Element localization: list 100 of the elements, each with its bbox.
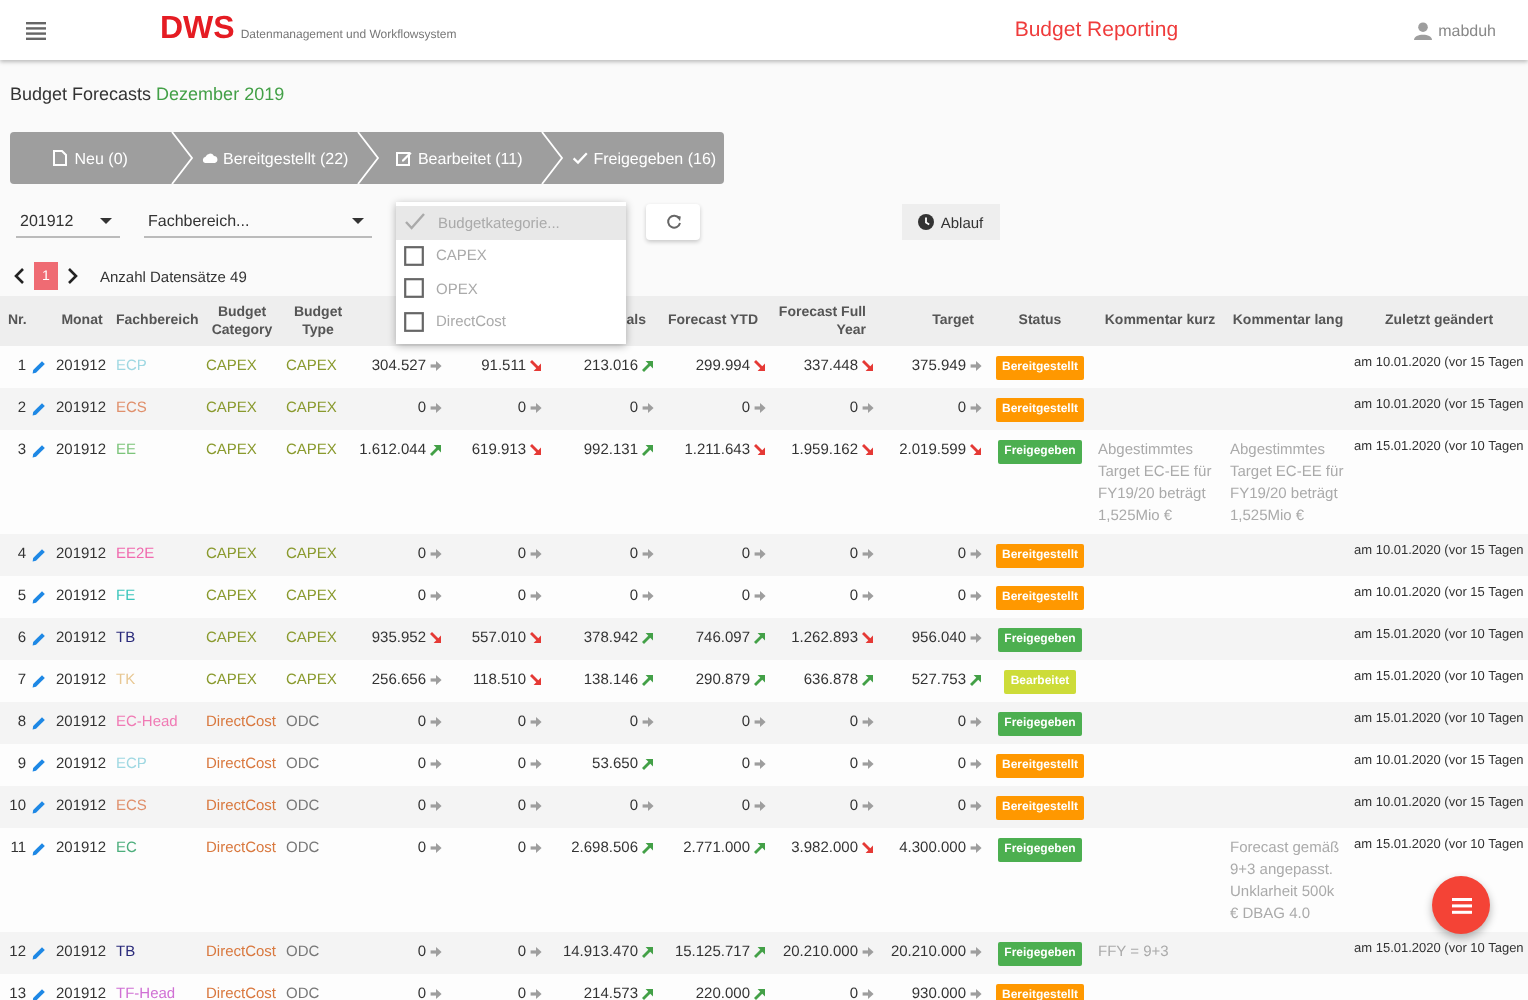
trend-up-icon — [642, 673, 654, 685]
trend-up-icon — [430, 443, 442, 455]
arrow-right-icon — [430, 589, 442, 601]
arrow-right-icon — [754, 547, 766, 559]
pencil-icon — [32, 988, 46, 1000]
trend-down-icon — [530, 443, 542, 455]
pencil-icon — [32, 946, 46, 960]
user-icon — [1414, 21, 1433, 39]
trend-down-icon — [862, 359, 874, 371]
user-name[interactable]: mabduh — [1438, 21, 1496, 39]
pencil-icon — [32, 590, 46, 604]
arrow-right-icon — [642, 547, 654, 559]
arrow-right-icon — [754, 589, 766, 601]
menu-icon — [1451, 897, 1471, 913]
arrow-right-icon — [754, 799, 766, 811]
chevron-divider — [355, 132, 379, 184]
arrow-right-icon — [970, 715, 982, 727]
pencil-icon — [32, 674, 46, 688]
trend-down-icon — [862, 443, 874, 455]
arrow-right-icon — [970, 799, 982, 811]
page-title: Budget Reporting — [1014, 18, 1179, 42]
arrow-right-icon — [530, 589, 542, 601]
arrow-right-icon — [642, 715, 654, 727]
arrow-right-icon — [530, 841, 542, 853]
arrow-right-icon — [530, 799, 542, 811]
trend-down-icon — [754, 359, 766, 371]
refresh-button[interactable] — [646, 204, 700, 240]
arrow-right-icon — [862, 401, 874, 413]
pencil-icon — [32, 360, 46, 374]
trend-down-icon — [530, 673, 542, 685]
pencil-icon — [32, 758, 46, 772]
arrow-right-icon — [530, 547, 542, 559]
arrow-right-icon — [970, 589, 982, 601]
arrow-right-icon — [430, 841, 442, 853]
arrow-right-icon — [862, 547, 874, 559]
trend-up-icon — [642, 443, 654, 455]
chevron-right-icon — [68, 268, 78, 284]
arrow-right-icon — [754, 401, 766, 413]
arrow-right-icon — [430, 987, 442, 999]
edit-icon — [395, 150, 412, 166]
chevron-divider — [539, 132, 564, 184]
app-logo: DWS — [160, 12, 235, 48]
trend-down-icon — [754, 443, 766, 455]
arrow-right-icon — [642, 799, 654, 811]
menu-icon — [26, 21, 46, 39]
trend-up-icon — [970, 673, 982, 685]
arrow-right-icon — [430, 401, 442, 413]
arrow-right-icon — [862, 715, 874, 727]
trend-up-icon — [642, 359, 654, 371]
file-icon — [52, 150, 69, 166]
department-select[interactable]: Fachbereich... — [144, 206, 372, 238]
trend-up-icon — [642, 987, 654, 999]
arrow-right-icon — [430, 359, 442, 371]
arrow-right-icon — [862, 757, 874, 769]
arrow-right-icon — [642, 401, 654, 413]
arrow-right-icon — [530, 401, 542, 413]
previous-page-button[interactable] — [10, 268, 28, 284]
trend-up-icon — [642, 631, 654, 643]
trend-down-icon — [530, 359, 542, 371]
arrow-right-icon — [430, 673, 442, 685]
arrow-right-icon — [970, 945, 982, 957]
arrow-right-icon — [862, 799, 874, 811]
month-select[interactable]: 201912 — [16, 206, 120, 238]
arrow-right-icon — [430, 715, 442, 727]
trend-down-icon — [862, 841, 874, 853]
arrow-right-icon — [430, 547, 442, 559]
pencil-icon — [32, 716, 46, 730]
trend-up-icon — [754, 841, 766, 853]
arrow-right-icon — [862, 945, 874, 957]
page-heading: Budget Forecasts Dezember 2019 — [10, 84, 287, 104]
pencil-icon — [32, 402, 46, 416]
pencil-icon — [32, 548, 46, 562]
trend-down-icon — [862, 631, 874, 643]
trend-up-icon — [754, 987, 766, 999]
arrow-right-icon — [430, 945, 442, 957]
trend-up-icon — [642, 945, 654, 957]
pencil-icon — [32, 842, 46, 856]
pencil-icon — [32, 444, 46, 458]
trend-up-icon — [754, 945, 766, 957]
arrow-right-icon — [430, 799, 442, 811]
arrow-right-icon — [970, 841, 982, 853]
arrow-right-icon — [970, 757, 982, 769]
trend-up-icon — [642, 757, 654, 769]
trend-up-icon — [754, 673, 766, 685]
arrow-right-icon — [530, 987, 542, 999]
arrow-right-icon — [754, 715, 766, 727]
trend-down-icon — [430, 631, 442, 643]
pencil-icon — [32, 800, 46, 814]
arrow-right-icon — [970, 987, 982, 999]
arrow-right-icon — [754, 757, 766, 769]
trend-up-icon — [754, 631, 766, 643]
caret-icon — [100, 218, 112, 224]
trend-up-icon — [642, 841, 654, 853]
check-icon — [571, 150, 588, 166]
next-page-button[interactable] — [64, 268, 82, 284]
trend-up-icon — [862, 673, 874, 685]
clock-icon — [918, 214, 935, 230]
refresh-icon — [665, 214, 681, 230]
trend-down-icon — [530, 631, 542, 643]
arrow-right-icon — [970, 359, 982, 371]
